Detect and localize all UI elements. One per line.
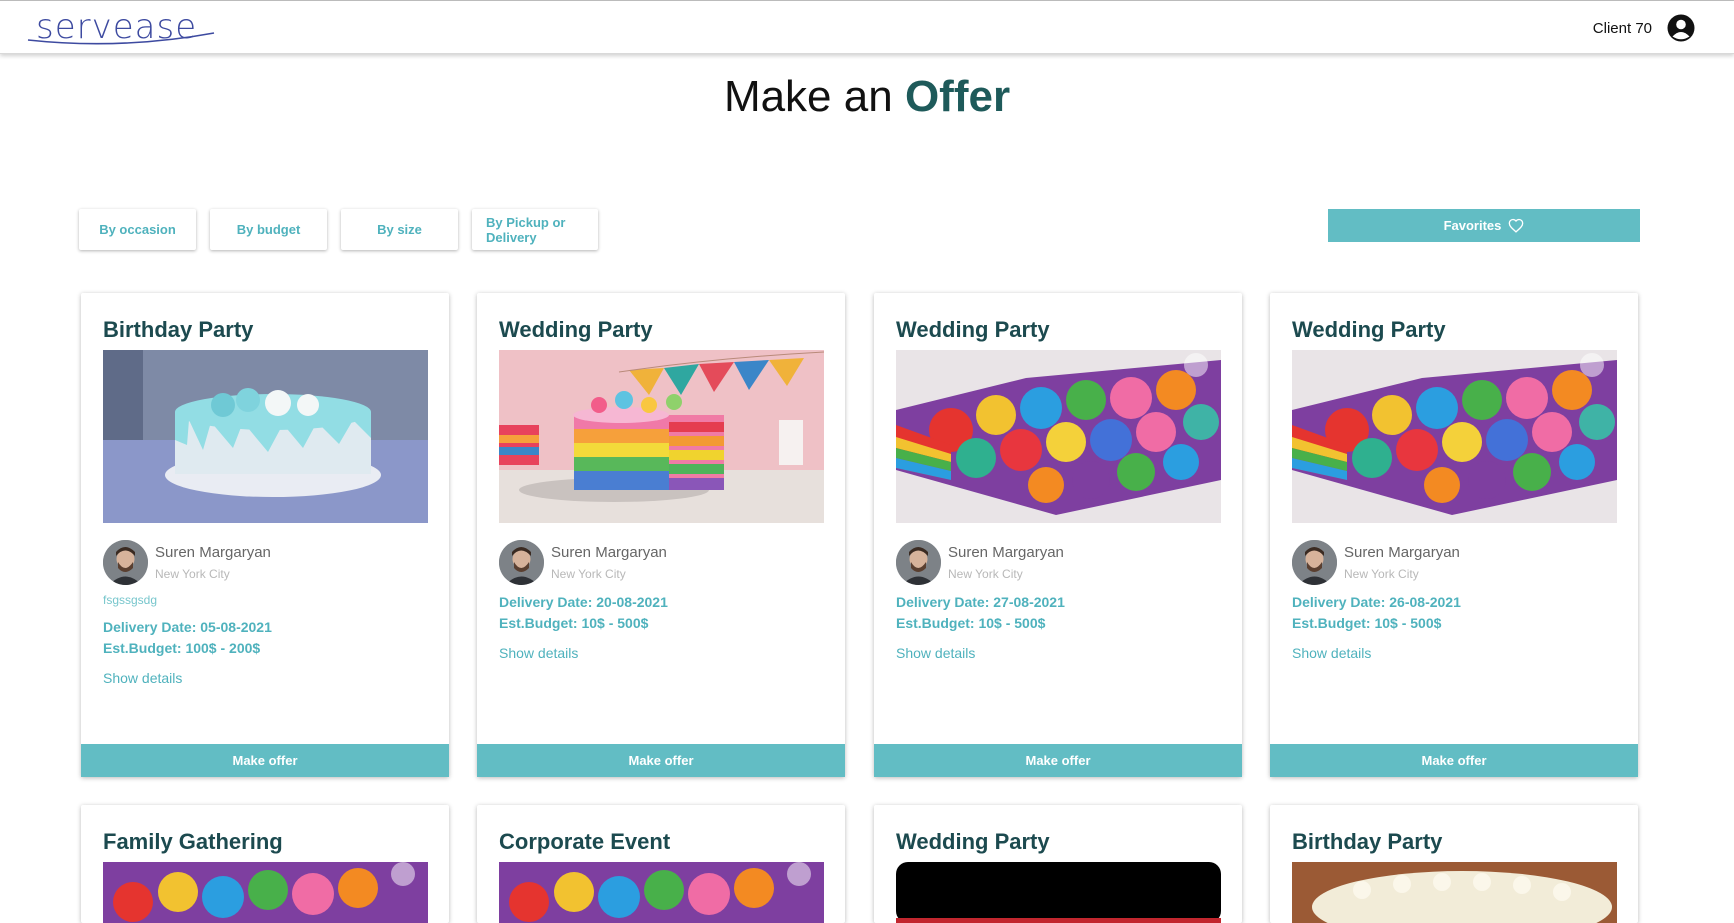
avatar bbox=[499, 540, 544, 585]
requester-name: Suren Margaryan bbox=[155, 544, 271, 561]
request-card: Wedding Party Suren Margaryan New York C… bbox=[1270, 293, 1638, 777]
request-card: Birthday Party Suren Margaryan New York … bbox=[81, 293, 449, 777]
avatar bbox=[103, 540, 148, 585]
user-name: Client 70 bbox=[1592, 19, 1652, 37]
favorites-button[interactable]: Favorites bbox=[1328, 209, 1640, 242]
requester-name: Suren Margaryan bbox=[1344, 544, 1460, 561]
make-offer-button[interactable]: Make offer bbox=[81, 744, 449, 777]
page-title-prefix: Make an bbox=[723, 72, 893, 121]
card-title: Wedding Party bbox=[896, 829, 1050, 854]
show-details-link[interactable]: Show details bbox=[896, 645, 975, 661]
request-card: Wedding Party bbox=[874, 805, 1242, 923]
filter-by-size-button[interactable]: By size bbox=[341, 209, 458, 250]
card-title: Birthday Party bbox=[103, 317, 254, 342]
page-title-accent: Offer bbox=[904, 72, 1011, 121]
delivery-date: Delivery Date: 26-08-2021 bbox=[1292, 594, 1461, 610]
favorites-label: Favorites bbox=[1443, 218, 1502, 233]
estimated-budget: Est.Budget: 10$ - 500$ bbox=[499, 615, 649, 631]
card-title: Corporate Event bbox=[499, 829, 671, 854]
filter-bar: By occasion By budget By size By Pickup … bbox=[79, 209, 598, 250]
cake-image[interactable] bbox=[1292, 862, 1617, 923]
show-details-link[interactable]: Show details bbox=[499, 645, 578, 661]
card-title: Wedding Party bbox=[499, 317, 653, 342]
requester-city: New York City bbox=[155, 567, 230, 581]
avatar bbox=[1292, 540, 1337, 585]
request-card: Wedding Party Suren Margaryan New York C… bbox=[874, 293, 1242, 777]
make-offer-button[interactable]: Make offer bbox=[477, 744, 845, 777]
requester-name: Suren Margaryan bbox=[551, 544, 667, 561]
servease-logo[interactable]: servease bbox=[26, 5, 216, 47]
cake-image[interactable] bbox=[103, 350, 428, 523]
requester-city: New York City bbox=[551, 567, 626, 581]
requester-city: New York City bbox=[1344, 567, 1419, 581]
request-note: fsgssgsdg bbox=[103, 593, 158, 607]
user-menu[interactable]: Client 70 bbox=[1593, 13, 1696, 43]
request-card: Family Gathering bbox=[81, 805, 449, 923]
make-offer-button[interactable]: Make offer bbox=[874, 744, 1242, 777]
requester-name: Suren Margaryan bbox=[948, 544, 1064, 561]
requester-city: New York City bbox=[948, 567, 1023, 581]
delivery-date: Delivery Date: 20-08-2021 bbox=[499, 594, 668, 610]
estimated-budget: Est.Budget: 10$ - 500$ bbox=[896, 615, 1046, 631]
request-card: Corporate Event bbox=[477, 805, 845, 923]
top-navbar: servease Client 70 bbox=[0, 0, 1734, 54]
request-card: Wedding Party Suren Margaryan New York C… bbox=[477, 293, 845, 777]
make-offer-button[interactable]: Make offer bbox=[1270, 744, 1638, 777]
cake-image[interactable] bbox=[499, 350, 824, 523]
delivery-date: Delivery Date: 27-08-2021 bbox=[896, 594, 1065, 610]
request-card: Birthday Party bbox=[1270, 805, 1638, 923]
filter-by-budget-button[interactable]: By budget bbox=[210, 209, 327, 250]
filter-by-occasion-button[interactable]: By occasion bbox=[79, 209, 196, 250]
cake-image[interactable] bbox=[499, 862, 824, 923]
card-title: Wedding Party bbox=[896, 317, 1050, 342]
show-details-link[interactable]: Show details bbox=[1292, 645, 1371, 661]
delivery-date: Delivery Date: 05-08-2021 bbox=[103, 619, 272, 635]
account-circle-icon[interactable] bbox=[1666, 13, 1696, 43]
estimated-budget: Est.Budget: 100$ - 200$ bbox=[103, 640, 261, 656]
estimated-budget: Est.Budget: 10$ - 500$ bbox=[1292, 615, 1442, 631]
logo-swoosh-icon bbox=[27, 32, 215, 45]
card-title: Wedding Party bbox=[1292, 317, 1446, 342]
avatar bbox=[896, 540, 941, 585]
cake-image[interactable] bbox=[896, 862, 1221, 923]
card-title: Family Gathering bbox=[103, 829, 283, 854]
heart-outline-icon bbox=[1509, 218, 1524, 233]
card-title: Birthday Party bbox=[1292, 829, 1443, 854]
cake-image[interactable] bbox=[896, 350, 1221, 523]
cake-image[interactable] bbox=[103, 862, 428, 923]
show-details-link[interactable]: Show details bbox=[103, 670, 182, 686]
cake-image[interactable] bbox=[1292, 350, 1617, 523]
page-title: Make an Offer bbox=[0, 72, 1734, 122]
filter-by-pickup-delivery-button[interactable]: By Pickup or Delivery bbox=[472, 209, 598, 250]
